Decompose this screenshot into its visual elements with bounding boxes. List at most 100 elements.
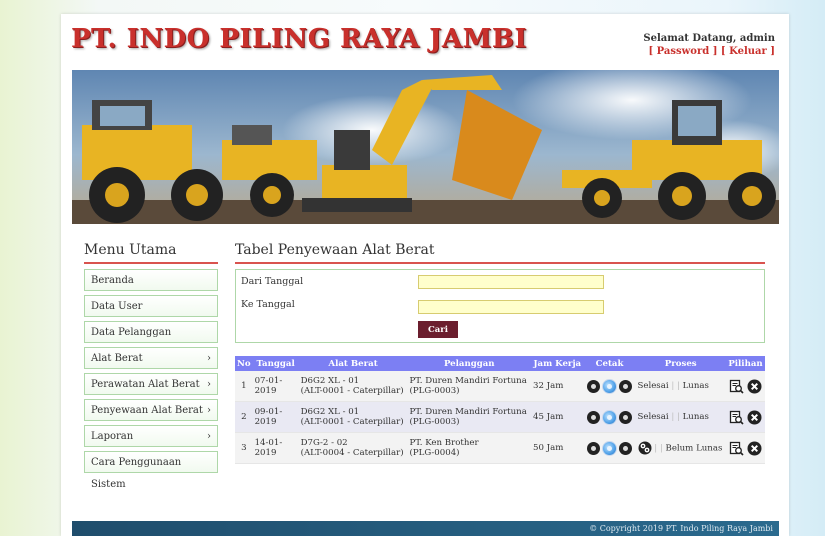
cell-cetak [583, 371, 636, 402]
status-separator: | | [671, 381, 680, 391]
col-header-pilihan: Pilihan [725, 356, 765, 371]
cell-proses: Selesai | | Lunas [635, 401, 726, 433]
cell-pelanggan: PT. Duren Mandiri Fortuna (PLG-0003) [407, 401, 531, 433]
print-receipt-icon[interactable] [602, 440, 618, 456]
print-report-icon[interactable] [619, 441, 633, 455]
sidebar-item-beranda[interactable]: Beranda [84, 269, 218, 291]
sidebar-item-perawatan-alat-berat[interactable]: Perawatan Alat Berat › [84, 373, 218, 395]
print-invoice-icon[interactable] [587, 410, 601, 424]
cell-pilihan [725, 371, 765, 402]
table-row: 3 14-01-2019 D7G-2 - 02 (ALT-0004 - Cater… [235, 432, 765, 464]
cell-cetak [583, 401, 636, 433]
from-date-label: Dari Tanggal [241, 276, 304, 287]
cell-alat-berat: D6G2 XL - 01 (ALT-0001 - Caterpillar) [298, 401, 408, 433]
sidebar-item-penyewaan-alat-berat[interactable]: Penyewaan Alat Berat › [84, 399, 218, 421]
view-detail-icon[interactable] [729, 379, 744, 394]
cell-jam-kerja: 32 Jam [531, 371, 584, 402]
process-icon[interactable] [638, 441, 652, 455]
alat-name: D7G-2 - 02 [300, 438, 348, 448]
logout-link[interactable]: [ Keluar ] [721, 46, 775, 57]
pelanggan-code: (PLG-0004) [409, 448, 460, 458]
pelanggan-name: PT. Duren Mandiri Fortuna [409, 407, 527, 417]
col-header-jam-kerja: Jam Kerja [531, 356, 584, 371]
print-report-icon[interactable] [619, 379, 633, 393]
delete-icon[interactable] [747, 410, 762, 425]
status-payment: Lunas [682, 381, 709, 391]
status-process: Selesai [637, 381, 669, 391]
sidebar-item-label: Data User [91, 301, 143, 312]
print-receipt-icon[interactable] [602, 409, 618, 425]
print-invoice-icon[interactable] [587, 441, 601, 455]
sidebar-title: Menu Utama [84, 242, 218, 264]
view-detail-icon[interactable] [729, 410, 744, 425]
sidebar-item-alat-berat[interactable]: Alat Berat › [84, 347, 218, 369]
chevron-right-icon: › [207, 431, 211, 442]
pelanggan-code: (PLG-0003) [409, 386, 460, 396]
chevron-right-icon: › [207, 379, 211, 390]
sidebar-item-cara-penggunaan[interactable]: Cara Penggunaan Sistem [84, 451, 218, 490]
site-title: PT. INDO PILING RAYA JAMBI [71, 24, 528, 54]
cell-jam-kerja: 45 Jam [531, 401, 584, 433]
col-header-cetak: Cetak [583, 356, 636, 371]
main-content: Tabel Penyewaan Alat Berat Dari Tanggal … [235, 242, 765, 464]
account-links: [ Password ] [ Keluar ] [643, 45, 775, 58]
cell-alat-berat: D7G-2 - 02 (ALT-0004 - Caterpillar) [298, 432, 408, 464]
sidebar-item-data-pelanggan[interactable]: Data Pelanggan [84, 321, 218, 343]
sidebar-item-label: Penyewaan Alat Berat [91, 405, 203, 416]
to-date-label: Ke Tanggal [241, 299, 295, 310]
print-invoice-icon[interactable] [587, 379, 601, 393]
cell-proses: | | Belum Lunas [635, 432, 726, 464]
welcome-text: Selamat Datang, admin [643, 33, 775, 44]
table-row: 1 07-01-2019 D6G2 XL - 01 (ALT-0001 - Cat… [235, 371, 765, 402]
col-header-tanggal: Tanggal [252, 356, 299, 371]
from-date-input[interactable] [418, 275, 604, 289]
print-receipt-icon[interactable] [602, 378, 618, 394]
to-date-input[interactable] [418, 300, 604, 314]
delete-icon[interactable] [747, 379, 762, 394]
cell-proses: Selesai | | Lunas [635, 371, 726, 402]
sidebar-item-label: Alat Berat [91, 353, 143, 364]
page-container: PT. INDO PILING RAYA JAMBI Selamat Datan… [61, 14, 789, 536]
sidebar-item-label: Cara Penggunaan Sistem [91, 457, 182, 490]
sidebar-item-label: Perawatan Alat Berat [91, 379, 200, 390]
page-title: Tabel Penyewaan Alat Berat [235, 242, 765, 264]
view-detail-icon[interactable] [729, 441, 744, 456]
col-header-pelanggan: Pelanggan [407, 356, 531, 371]
alat-code: (ALT-0001 - Caterpillar) [300, 386, 404, 396]
cell-pelanggan: PT. Ken Brother (PLG-0004) [407, 432, 531, 464]
password-link[interactable]: [ Password ] [648, 46, 717, 57]
chevron-right-icon: › [207, 353, 211, 364]
alat-name: D6G2 XL - 01 [300, 407, 360, 417]
sidebar-item-label: Laporan [91, 431, 134, 442]
pelanggan-name: PT. Duren Mandiri Fortuna [409, 376, 527, 386]
sidebar-item-label: Beranda [91, 275, 134, 286]
col-header-proses: Proses [635, 356, 726, 371]
col-header-no: No [235, 356, 253, 371]
status-separator: | | [671, 412, 680, 422]
cell-pelanggan: PT. Duren Mandiri Fortuna (PLG-0003) [407, 371, 531, 402]
table-row: 2 09-01-2019 D6G2 XL - 01 (ALT-0001 - Cat… [235, 401, 765, 433]
cell-pilihan [725, 432, 765, 464]
alat-code: (ALT-0004 - Caterpillar) [300, 448, 404, 458]
cell-no: 1 [235, 371, 253, 402]
search-button[interactable]: Cari [418, 321, 458, 338]
chevron-right-icon: › [207, 405, 211, 416]
alat-name: D6G2 XL - 01 [300, 376, 360, 386]
cell-no: 2 [235, 401, 253, 433]
sidebar-item-label: Data Pelanggan [91, 327, 172, 338]
welcome-box: Selamat Datang, admin [ Password ] [ Kel… [643, 32, 775, 58]
date-filter-form: Dari Tanggal Ke Tanggal Cari [235, 269, 765, 343]
status-process: Selesai [637, 412, 669, 422]
sidebar-item-data-user[interactable]: Data User [84, 295, 218, 317]
alat-code: (ALT-0001 - Caterpillar) [300, 417, 404, 427]
pelanggan-name: PT. Ken Brother [409, 438, 479, 448]
delete-icon[interactable] [747, 441, 762, 456]
cell-tanggal: 07-01-2019 [252, 371, 299, 402]
print-report-icon[interactable] [619, 410, 633, 424]
cell-no: 3 [235, 432, 253, 464]
col-header-alat-berat: Alat Berat [298, 356, 408, 371]
sidebar-item-laporan[interactable]: Laporan › [84, 425, 218, 447]
cell-tanggal: 14-01-2019 [252, 432, 299, 464]
copyright-text: © Copyright 2019 PT. Indo Piling Raya Ja… [589, 524, 773, 533]
cell-cetak [583, 432, 636, 464]
